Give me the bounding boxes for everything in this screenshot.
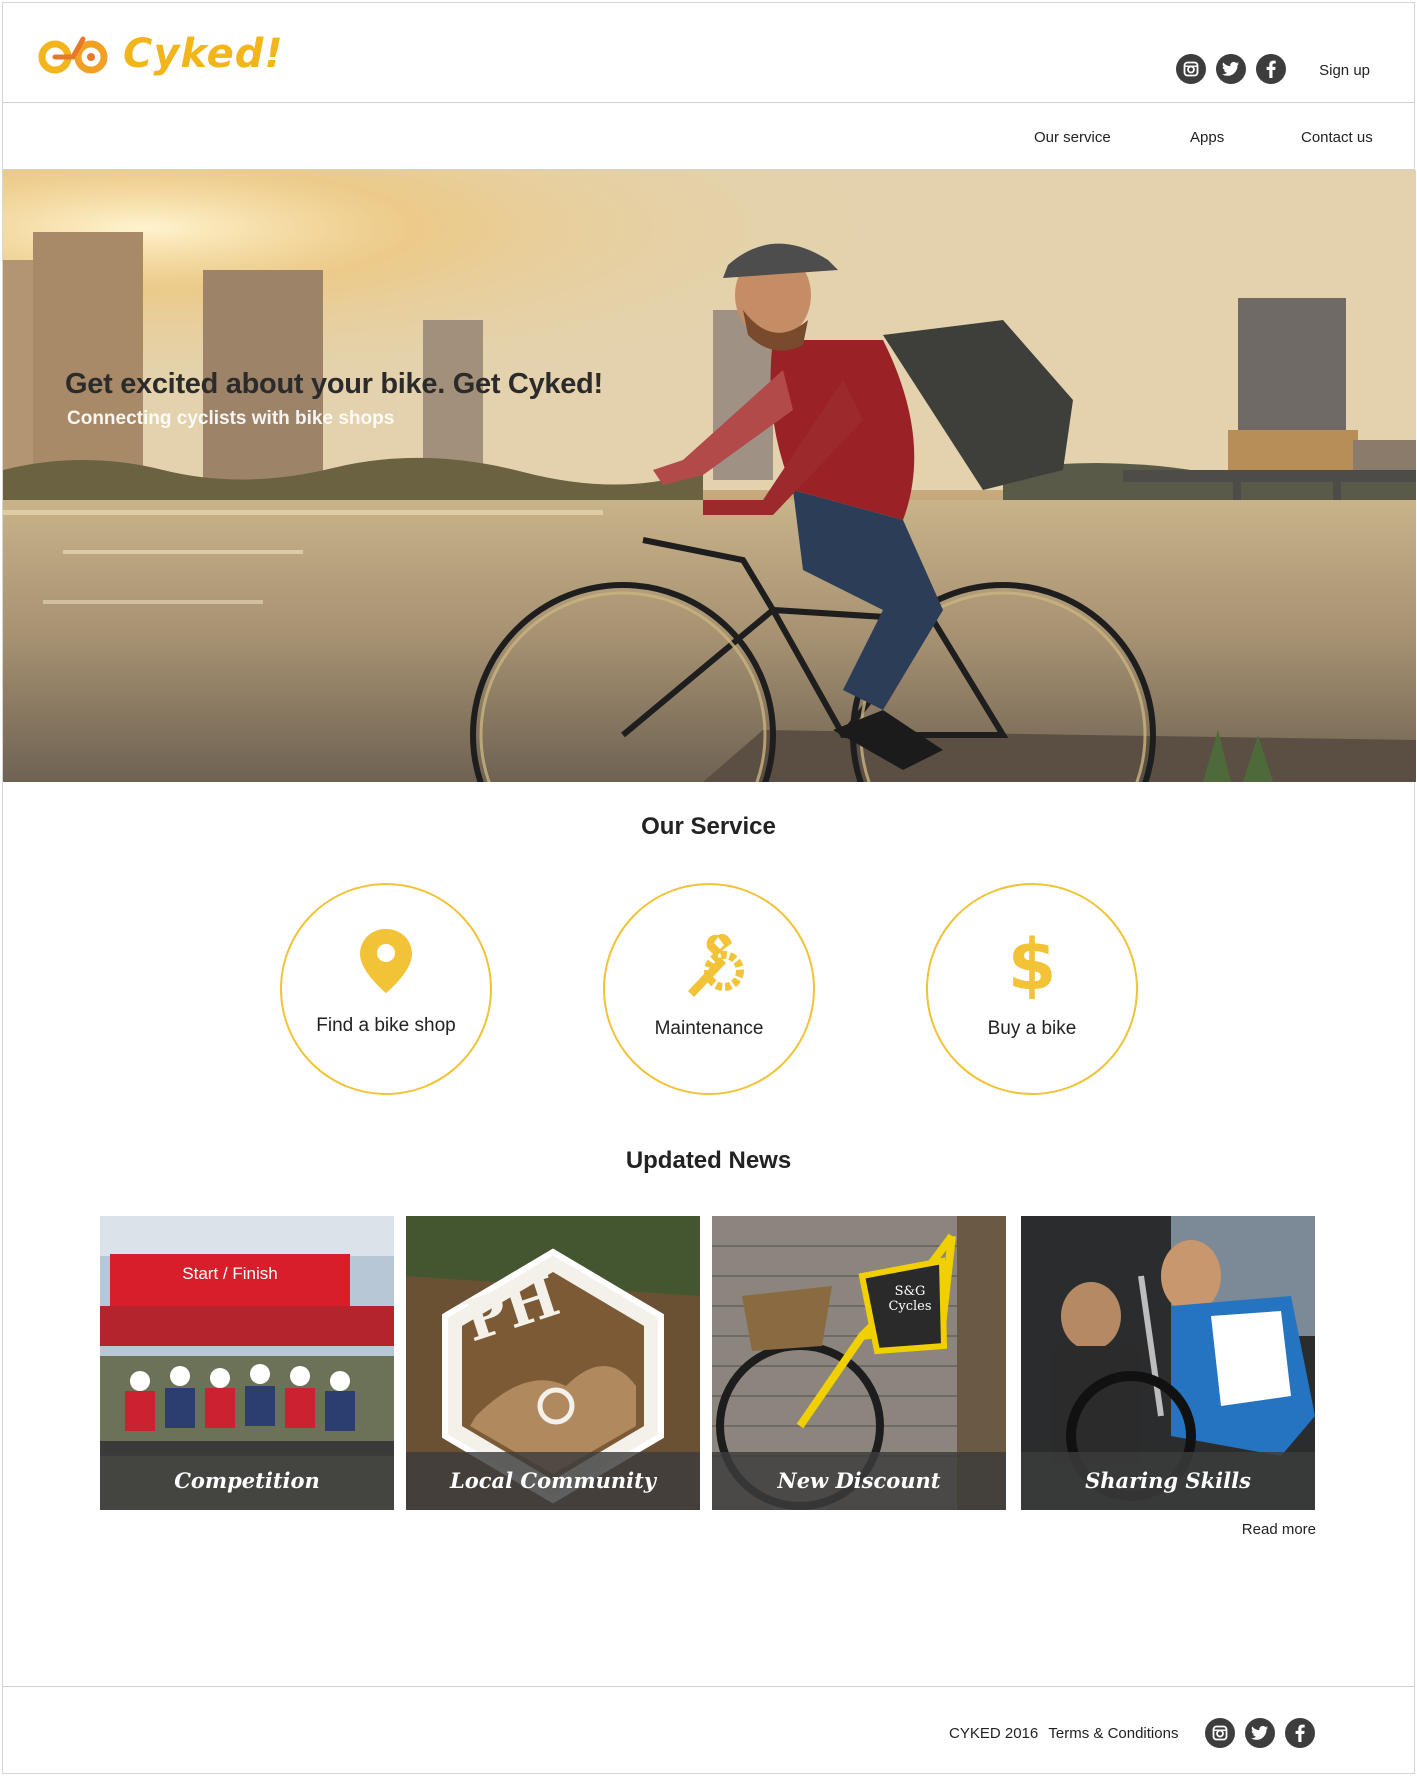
start-finish-sign: Start / Finish <box>182 1264 278 1283</box>
footer-copyright: CYKED 2016 <box>949 1725 1039 1742</box>
site-header: Cyked! Sign up <box>3 3 1414 103</box>
news-card-local-community[interactable]: PH Local Community <box>406 1216 700 1510</box>
dollar-icon: $ <box>1008 927 1057 999</box>
footer-social-links <box>1205 1718 1315 1748</box>
instagram-icon[interactable] <box>1176 54 1206 84</box>
facebook-icon[interactable] <box>1256 54 1286 84</box>
service-label: Buy a bike <box>987 1018 1077 1039</box>
news-caption: Local Community <box>406 1452 700 1510</box>
main-nav: Our service Apps Contact us <box>3 104 1414 170</box>
brand-name: Cyked! <box>123 31 284 77</box>
service-label: Maintenance <box>654 1018 764 1039</box>
hero-title: Get excited about your bike. Get Cyked! <box>65 368 603 400</box>
terms-link[interactable]: Terms & Conditions <box>1048 1725 1178 1742</box>
service-find-bike-shop[interactable]: Find a bike shop <box>280 883 492 1095</box>
news-caption: New Discount <box>712 1452 1006 1510</box>
signup-link[interactable]: Sign up <box>1319 62 1370 79</box>
news-card-competition[interactable]: Start / Finish Competition <box>100 1216 394 1510</box>
svg-text:$: $ <box>1008 927 1057 999</box>
header-social-links <box>1176 54 1286 84</box>
twitter-icon[interactable] <box>1216 54 1246 84</box>
page-frame: Cyked! Sign up Our service Apps Contact … <box>2 2 1416 1775</box>
footer-text: CYKED 2016 Terms & Conditions <box>949 1725 1178 1742</box>
news-caption: Sharing Skills <box>1021 1452 1315 1510</box>
wrench-gear-icon <box>688 933 745 997</box>
twitter-icon[interactable] <box>1245 1718 1275 1748</box>
bike-logo-icon <box>38 36 108 74</box>
shop-sign-text: S&G Cycles <box>888 1284 932 1314</box>
news-title: Updated News <box>625 1147 792 1174</box>
service-title: Our Service <box>641 813 776 840</box>
logo[interactable]: Cyked! <box>37 31 284 77</box>
news-card-sharing-skills[interactable]: Sharing Skills <box>1021 1216 1315 1510</box>
nav-item-contact-us[interactable]: Contact us <box>1301 129 1373 146</box>
service-buy-bike[interactable]: $ Buy a bike <box>926 883 1138 1095</box>
nav-item-our-service[interactable]: Our service <box>1034 129 1111 146</box>
nav-item-apps[interactable]: Apps <box>1190 129 1224 146</box>
news-card-new-discount[interactable]: S&G Cycles New Discount <box>712 1216 1006 1510</box>
map-pin-icon <box>360 929 412 993</box>
site-footer: CYKED 2016 Terms & Conditions <box>3 1686 1414 1775</box>
hero-photo <box>3 170 1416 782</box>
read-more-link[interactable]: Read more <box>1242 1521 1316 1538</box>
service-label: Find a bike shop <box>316 1015 456 1036</box>
hero-subtitle: Connecting cyclists with bike shops <box>67 408 395 429</box>
facebook-icon[interactable] <box>1285 1718 1315 1748</box>
news-caption: Competition <box>100 1452 394 1510</box>
instagram-icon[interactable] <box>1205 1718 1235 1748</box>
hero-banner: Get excited about your bike. Get Cyked! … <box>3 170 1416 782</box>
service-maintenance[interactable]: Maintenance <box>603 883 815 1095</box>
